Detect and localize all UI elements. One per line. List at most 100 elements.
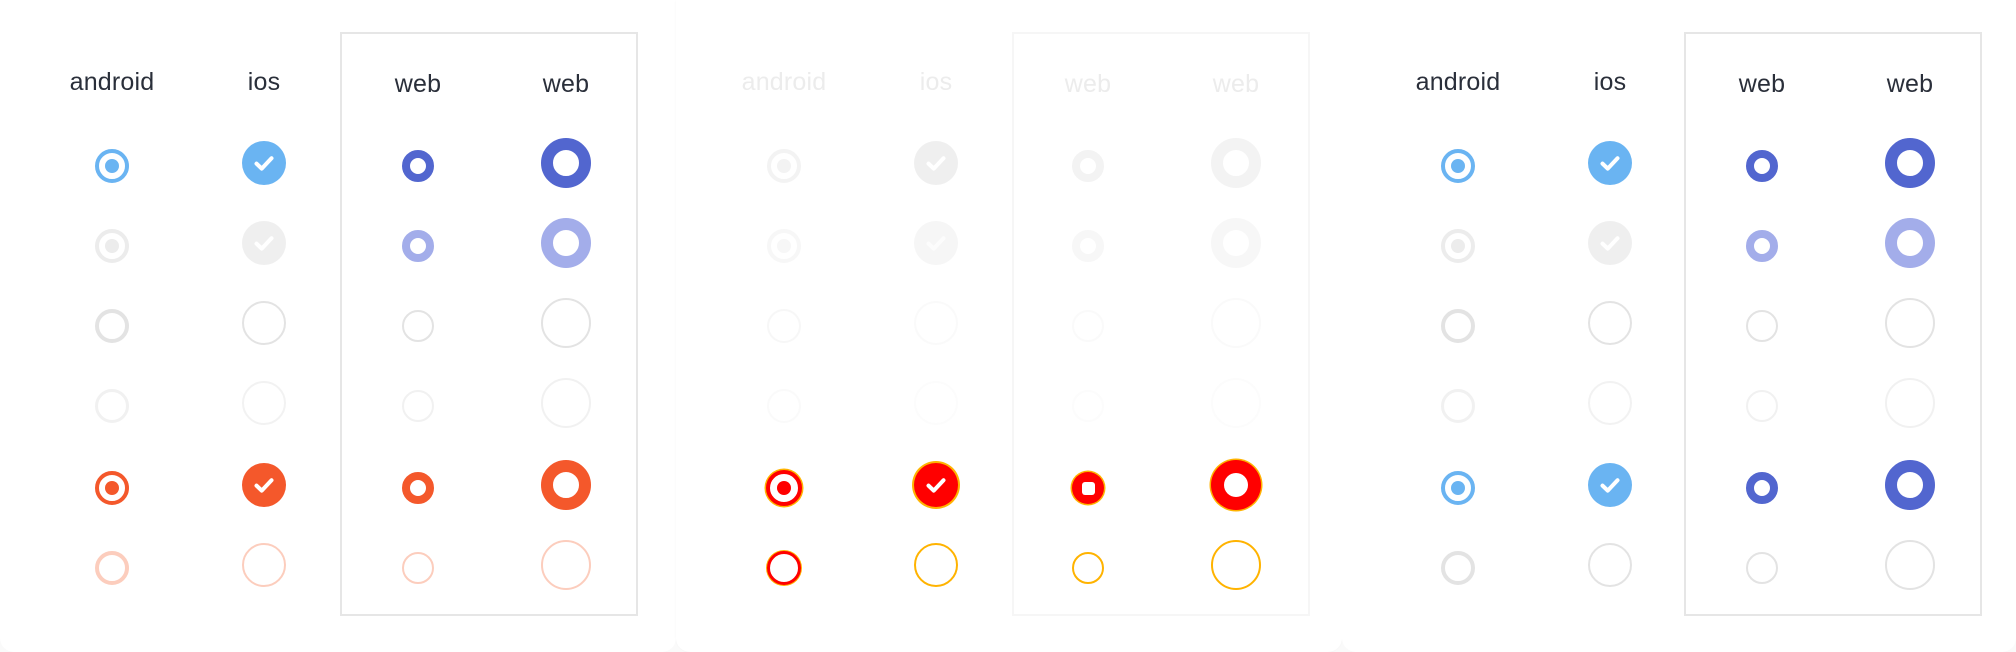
ios-radio-checked bbox=[914, 141, 958, 185]
panel-normal: android ios web web bbox=[0, 0, 676, 652]
ios-radio-unchecked bbox=[914, 301, 958, 345]
web-radio-large-unchecked bbox=[1211, 298, 1261, 348]
web-radio-small-unchecked-invalid[interactable] bbox=[1746, 552, 1778, 584]
panel-theme-blue: android ios web web bbox=[1342, 0, 2016, 652]
web-radio-large-unchecked-disabled bbox=[541, 378, 591, 428]
ios-radio-checked-disabled bbox=[914, 221, 958, 265]
android-radio-checked-disabled bbox=[95, 229, 129, 263]
web-radio-large-checked bbox=[1211, 138, 1261, 188]
android-radio-unchecked-disabled bbox=[767, 389, 801, 423]
column-header-web: web bbox=[1064, 70, 1112, 98]
radio-dot bbox=[1224, 473, 1248, 497]
radio-dot bbox=[105, 159, 119, 173]
web-radio-large-checked-invalid[interactable] bbox=[1211, 460, 1261, 510]
web-column-frame bbox=[1012, 32, 1310, 616]
checkmark-icon bbox=[249, 470, 279, 500]
ios-radio-unchecked[interactable] bbox=[242, 301, 286, 345]
web-radio-small-unchecked-disabled bbox=[1072, 390, 1104, 422]
android-radio-unchecked-invalid[interactable] bbox=[767, 551, 801, 585]
web-radio-small-unchecked-invalid[interactable] bbox=[1072, 552, 1104, 584]
web-radio-small-checked-invalid[interactable] bbox=[402, 472, 434, 504]
column-header-android: android bbox=[69, 68, 155, 96]
column-header-web-large: web bbox=[542, 70, 590, 98]
radio-dot bbox=[105, 239, 119, 253]
ios-radio-unchecked-disabled bbox=[242, 381, 286, 425]
web-radio-small-unchecked[interactable] bbox=[1746, 310, 1778, 342]
ios-radio-checked[interactable] bbox=[1588, 141, 1632, 185]
column-header-web-large: web bbox=[1212, 70, 1260, 98]
ios-radio-checked-invalid[interactable] bbox=[242, 463, 286, 507]
web-radio-small-unchecked bbox=[1072, 310, 1104, 342]
ios-radio-unchecked[interactable] bbox=[1588, 301, 1632, 345]
ios-radio-unchecked-disabled bbox=[1588, 381, 1632, 425]
android-radio-checked[interactable] bbox=[1441, 149, 1475, 183]
android-radio-unchecked bbox=[767, 309, 801, 343]
web-radio-small-checked[interactable] bbox=[402, 150, 434, 182]
ios-radio-unchecked-invalid[interactable] bbox=[242, 543, 286, 587]
column-header-ios: ios bbox=[919, 68, 953, 96]
web-radio-small-checked bbox=[1072, 150, 1104, 182]
checkmark-icon bbox=[1595, 228, 1625, 258]
android-radio-unchecked-invalid[interactable] bbox=[95, 551, 129, 585]
ios-radio-unchecked-disabled bbox=[914, 381, 958, 425]
ios-radio-checked[interactable] bbox=[242, 141, 286, 185]
android-radio-unchecked-disabled bbox=[1441, 389, 1475, 423]
radio-dot bbox=[777, 239, 791, 253]
column-header-android: android bbox=[741, 68, 827, 96]
android-radio-unchecked-disabled bbox=[95, 389, 129, 423]
web-radio-small-checked-disabled bbox=[1072, 230, 1104, 262]
android-radio-checked-disabled bbox=[1441, 229, 1475, 263]
web-radio-small-checked-disabled bbox=[1746, 230, 1778, 262]
checkmark-icon bbox=[921, 470, 951, 500]
web-radio-large-checked[interactable] bbox=[541, 138, 591, 188]
checkmark-icon bbox=[249, 228, 279, 258]
web-radio-small-checked-invalid[interactable] bbox=[1746, 472, 1778, 504]
web-radio-small-checked-invalid[interactable] bbox=[1072, 472, 1104, 504]
web-radio-small-checked-disabled bbox=[402, 230, 434, 262]
android-radio-checked-invalid[interactable] bbox=[95, 471, 129, 505]
web-radio-large-unchecked[interactable] bbox=[1885, 298, 1935, 348]
panel-high-contrast: android ios web web bbox=[676, 0, 1342, 652]
checkmark-icon bbox=[1595, 148, 1625, 178]
checkmark-icon bbox=[1595, 470, 1625, 500]
ios-radio-checked-disabled bbox=[242, 221, 286, 265]
web-radio-large-unchecked-invalid[interactable] bbox=[1885, 540, 1935, 590]
android-radio-checked[interactable] bbox=[95, 149, 129, 183]
checkmark-icon bbox=[249, 148, 279, 178]
web-radio-small-checked[interactable] bbox=[1746, 150, 1778, 182]
column-header-web-large: web bbox=[1886, 70, 1934, 98]
ios-radio-unchecked-invalid[interactable] bbox=[914, 543, 958, 587]
android-radio-unchecked-invalid[interactable] bbox=[1441, 551, 1475, 585]
checkmark-icon bbox=[921, 228, 951, 258]
radio-dot bbox=[1451, 239, 1465, 253]
radio-dot bbox=[1081, 481, 1095, 495]
web-radio-small-unchecked[interactable] bbox=[402, 310, 434, 342]
android-radio-checked-invalid[interactable] bbox=[766, 470, 802, 506]
radio-dot bbox=[777, 159, 791, 173]
ios-radio-checked-invalid[interactable] bbox=[914, 463, 958, 507]
radio-dot bbox=[1451, 481, 1465, 495]
web-radio-large-checked-disabled bbox=[1885, 218, 1935, 268]
column-header-ios: ios bbox=[247, 68, 281, 96]
ios-radio-checked-invalid[interactable] bbox=[1588, 463, 1632, 507]
web-radio-large-checked-disabled bbox=[541, 218, 591, 268]
web-radio-large-checked-invalid[interactable] bbox=[541, 460, 591, 510]
web-radio-large-checked-invalid[interactable] bbox=[1885, 460, 1935, 510]
ios-radio-checked-disabled bbox=[1588, 221, 1632, 265]
web-radio-large-unchecked-invalid[interactable] bbox=[1211, 540, 1261, 590]
radio-dot bbox=[1451, 159, 1465, 173]
web-radio-large-unchecked-invalid[interactable] bbox=[541, 540, 591, 590]
ios-radio-unchecked-invalid[interactable] bbox=[1588, 543, 1632, 587]
android-radio-unchecked[interactable] bbox=[1441, 309, 1475, 343]
android-radio-unchecked[interactable] bbox=[95, 309, 129, 343]
web-radio-large-unchecked-disabled bbox=[1885, 378, 1935, 428]
web-radio-small-unchecked-invalid[interactable] bbox=[402, 552, 434, 584]
web-radio-large-unchecked[interactable] bbox=[541, 298, 591, 348]
web-radio-large-checked-disabled bbox=[1211, 218, 1261, 268]
radio-dot bbox=[777, 481, 791, 495]
radio-dot bbox=[105, 481, 119, 495]
web-radio-large-checked[interactable] bbox=[1885, 138, 1935, 188]
android-radio-checked-disabled bbox=[767, 229, 801, 263]
radio-showcase: android ios web web android ios web web androi… bbox=[0, 0, 2016, 652]
android-radio-checked-invalid[interactable] bbox=[1441, 471, 1475, 505]
